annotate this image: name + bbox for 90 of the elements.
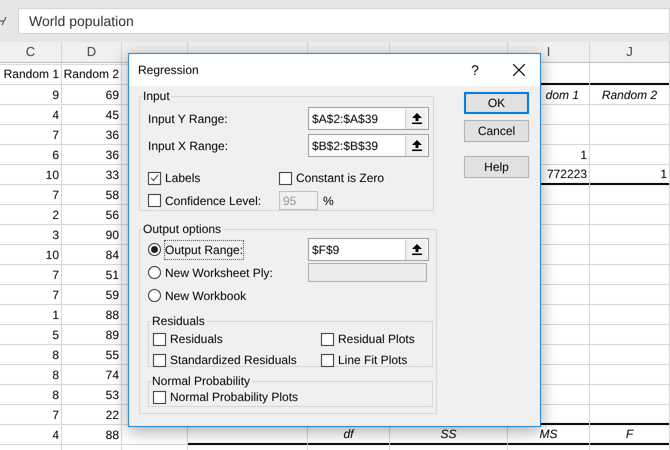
table-cell-text: 7 <box>51 407 60 424</box>
table-cell-text: 7 <box>51 267 60 284</box>
field-label: Input Y Range: <box>148 110 229 128</box>
window-title: Regression <box>138 62 200 79</box>
table-cell-text: 2 <box>51 207 60 224</box>
range-value: $F$9 <box>312 242 340 258</box>
table-cell-text: 8 <box>51 387 60 404</box>
column-header[interactable]: C <box>26 42 36 62</box>
table-cell-text: Random 2 <box>62 66 120 83</box>
table-cell-text: 58 <box>104 187 120 204</box>
up-arrow-icon <box>412 113 422 124</box>
table-cell-text: 69 <box>104 87 120 104</box>
table-cell-text: 45 <box>104 107 120 124</box>
formula-field[interactable]: World population <box>18 8 670 34</box>
checkbox-label: Line Fit Plots <box>338 352 408 369</box>
table-cell-text: 7 <box>51 187 60 204</box>
radio-label: New Workbook <box>165 288 246 304</box>
table-cell-text: 90 <box>104 227 120 244</box>
checkbox[interactable] <box>279 172 292 184</box>
table-cell-text: 55 <box>104 347 120 364</box>
dialog-button[interactable]: OK <box>464 92 529 114</box>
table-cell-text: 3 <box>51 227 60 244</box>
table-cell-text: 53 <box>104 387 120 404</box>
percent-sign: % <box>323 192 334 210</box>
table-cell-text: 9 <box>51 87 60 104</box>
checkbox-label: Normal Probability Plots <box>170 389 298 406</box>
table-cell-text: 10 <box>44 247 60 264</box>
table-cell-text: 4 <box>51 427 60 444</box>
radio-button[interactable] <box>148 243 161 256</box>
group-label: Normal Probability <box>152 373 252 389</box>
table-cell-text: 5 <box>51 327 60 344</box>
up-arrow-icon <box>412 244 422 255</box>
table-cell-text: dom 1 <box>544 87 580 104</box>
column-header[interactable]: D <box>86 42 96 62</box>
table-cell-text: 84 <box>104 247 120 264</box>
checkbox[interactable] <box>148 172 161 184</box>
range-value: $A$2:$A$39 <box>312 110 378 128</box>
table-cell-text: 6 <box>51 147 60 164</box>
range-field[interactable]: $F$9 <box>308 238 429 261</box>
radio-label: New Worksheet Ply: <box>165 264 273 282</box>
range-field[interactable]: $A$2:$A$39 <box>308 107 429 130</box>
table-cell-text: 10 <box>44 167 60 184</box>
column-header[interactable]: J <box>626 42 633 62</box>
close-icon[interactable] <box>513 64 525 76</box>
group-label: Output options <box>143 221 224 237</box>
range-field[interactable]: $B$2:$B$39 <box>308 134 429 157</box>
collapse-button[interactable] <box>405 108 427 128</box>
checkbox-label: Residual Plots <box>338 331 415 348</box>
table-cell-text: 56 <box>104 207 120 224</box>
table-cell-text: Random 2 <box>600 87 658 104</box>
table-cell-text: 36 <box>104 127 120 144</box>
table-cell-text: 88 <box>104 427 120 444</box>
up-arrow-icon <box>412 140 422 151</box>
field-label: Input X Range: <box>148 138 230 154</box>
checkbox[interactable] <box>321 354 334 366</box>
table-cell-text: 1 <box>51 307 60 324</box>
table-cell-text: 33 <box>104 167 120 184</box>
table-cell-text: 88 <box>104 307 120 324</box>
check-icon <box>150 174 159 182</box>
table-cell-text: 59 <box>104 287 120 304</box>
radio-label: Output Range: <box>165 240 244 258</box>
table-cell-text: 8 <box>51 367 60 384</box>
table-cell-text: 51 <box>104 267 120 284</box>
checkbox-label: Labels <box>165 170 200 187</box>
checkbox-label: Confidence Level: <box>165 192 262 210</box>
dialog-button[interactable]: Cancel <box>464 120 529 142</box>
dialog-button[interactable]: Help <box>464 156 529 178</box>
column-header[interactable]: I <box>546 42 550 62</box>
range-value: $B$2:$B$39 <box>312 138 378 154</box>
checkbox[interactable] <box>153 390 166 404</box>
table-cell-text: Random 1 <box>2 66 60 83</box>
table-cell-text: 22 <box>104 407 120 424</box>
collapse-button[interactable] <box>405 240 427 260</box>
checkbox[interactable] <box>321 332 334 346</box>
checkbox[interactable] <box>153 332 166 346</box>
table-cell-text: 7 <box>51 127 60 144</box>
table-cell-text: 4 <box>51 107 60 124</box>
collapse-button[interactable] <box>405 136 427 156</box>
table-cell-text: 89 <box>104 327 120 344</box>
checkbox-label: Residuals <box>170 331 223 348</box>
table-cell-text: 8 <box>51 347 60 364</box>
checkbox-label: Constant is Zero <box>296 170 384 187</box>
checkbox-label: Standardized Residuals <box>170 352 297 369</box>
table-cell-text: 7 <box>51 287 60 304</box>
table-cell-text: 36 <box>104 147 120 164</box>
radio-button[interactable] <box>148 289 161 302</box>
checkbox[interactable] <box>153 354 166 366</box>
table-cell-text: 1 <box>579 147 588 164</box>
table-cell-text: 74 <box>104 367 120 384</box>
help-glyph[interactable]: ? <box>452 60 498 80</box>
